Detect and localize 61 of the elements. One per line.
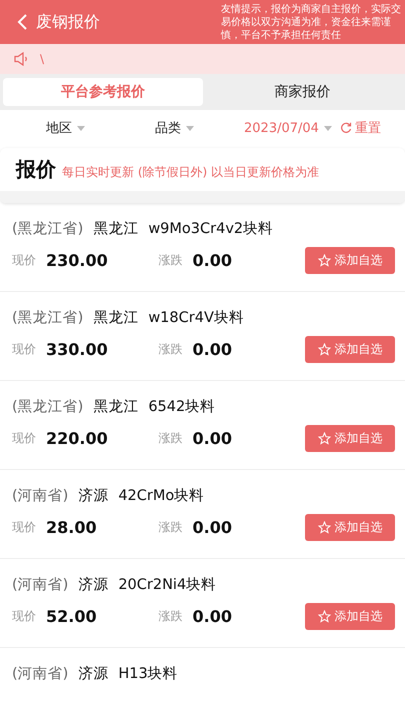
add-favorite-button[interactable]: 添加自选: [305, 425, 395, 452]
refresh-icon: [340, 122, 352, 134]
star-icon: [318, 343, 330, 356]
category-dropdown[interactable]: 品类: [155, 119, 194, 137]
province-text: (河南省): [12, 576, 68, 594]
star-icon: [318, 254, 330, 267]
change-label: 涨跌: [158, 341, 182, 358]
tab[interactable]: 平台参考报价: [3, 78, 202, 106]
product-name: H13块料: [118, 665, 178, 683]
city-text: 黑龙江: [93, 309, 138, 327]
disclaimer-text: 友情提示，报价为商家自主报价，实际交易价格以双方沟通为准，资金往来需谨慎，平台不予承担任何责任: [221, 2, 402, 42]
announcement-text: \: [40, 52, 44, 66]
price-value: 220.00: [46, 429, 109, 448]
price-label: 现价: [12, 430, 36, 447]
tab[interactable]: 商家报价: [202, 78, 402, 106]
reset-button[interactable]: 重置: [340, 119, 381, 137]
change-value: 0.00: [192, 518, 233, 537]
change-label: 涨跌: [158, 430, 182, 447]
region-dropdown[interactable]: 地区: [46, 119, 85, 137]
product-name: 20Cr2Ni4块料: [118, 576, 216, 594]
change-value: 0.00: [192, 607, 233, 626]
price-label: 现价: [12, 608, 36, 625]
add-favorite-button[interactable]: 添加自选: [305, 603, 395, 630]
star-icon: [318, 610, 330, 623]
province-text: (黑龙江省): [12, 398, 84, 416]
change-value: 0.00: [192, 340, 233, 359]
back-icon: [16, 13, 28, 31]
add-favorite-button[interactable]: 添加自选: [305, 514, 395, 541]
change-label: 涨跌: [158, 252, 182, 269]
star-icon: [318, 521, 330, 534]
price-value: 28.00: [46, 518, 98, 537]
star-icon: [318, 432, 330, 445]
banner-title: 报价: [16, 156, 56, 183]
city-text: 济源: [78, 664, 108, 683]
change-label: 涨跌: [158, 608, 182, 625]
product-name: 6542块料: [148, 398, 216, 416]
product-name: w9Mo3Cr4v2块料: [148, 220, 274, 238]
price-value: 230.00: [46, 251, 109, 270]
add-favorite-button[interactable]: 添加自选: [305, 247, 395, 274]
page-title: 废钢报价: [36, 12, 101, 32]
price-value: 330.00: [46, 340, 109, 359]
banner-subtitle: 每日实时更新 (除节假日外) 以当日更新价格为准: [62, 164, 319, 181]
city-text: 济源: [78, 486, 108, 505]
add-favorite-button[interactable]: 添加自选: [305, 336, 395, 363]
city-text: 济源: [78, 576, 108, 594]
price-value: 52.00: [46, 607, 98, 626]
province-text: (黑龙江省): [12, 220, 84, 238]
province-text: (河南省): [12, 665, 68, 683]
change-value: 0.00: [192, 251, 233, 270]
province-text: (黑龙江省): [12, 309, 84, 327]
province-text: (河南省): [12, 487, 68, 505]
price-label: 现价: [12, 519, 36, 536]
city-text: 黑龙江: [93, 398, 138, 416]
change-value: 0.00: [192, 429, 233, 448]
price-label: 现价: [12, 252, 36, 269]
price-label: 现价: [12, 341, 36, 358]
date-dropdown[interactable]: 2023/07/04: [244, 120, 332, 136]
product-name: w18Cr4V块料: [148, 309, 244, 327]
product-name: 42CrMo块料: [118, 487, 204, 505]
change-label: 涨跌: [158, 519, 182, 536]
city-text: 黑龙江: [93, 220, 138, 238]
